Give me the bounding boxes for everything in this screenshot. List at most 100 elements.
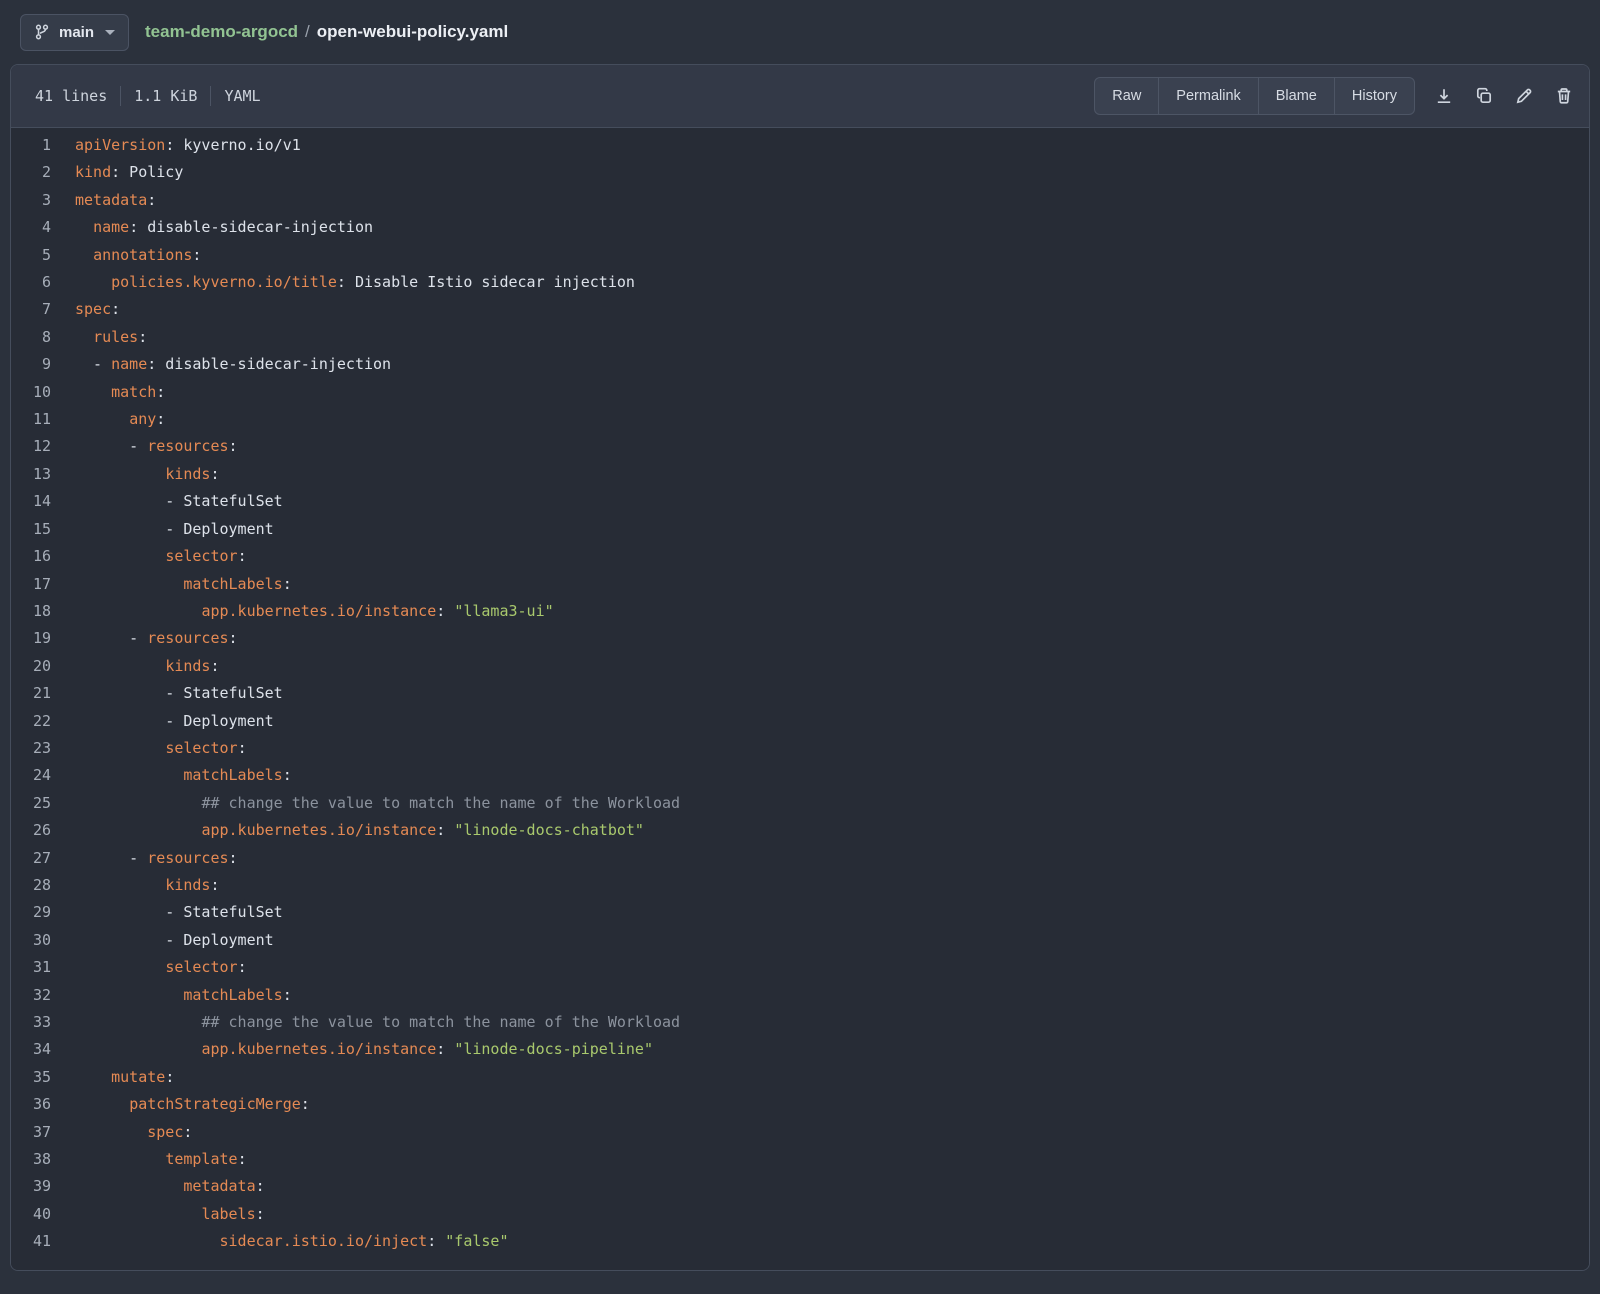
line-number[interactable]: 20 (11, 653, 75, 680)
code-text: name: disable-sidecar-injection (75, 214, 373, 241)
code-text: template: (75, 1146, 247, 1173)
line-number[interactable]: 32 (11, 982, 75, 1009)
download-button[interactable] (1433, 83, 1455, 109)
code-line: 6 policies.kyverno.io/title: Disable Ist… (11, 269, 1589, 296)
line-number[interactable]: 21 (11, 680, 75, 707)
line-number[interactable]: 6 (11, 269, 75, 296)
code-line: 36 patchStrategicMerge: (11, 1091, 1589, 1118)
line-number[interactable]: 11 (11, 406, 75, 433)
line-number[interactable]: 27 (11, 845, 75, 872)
line-number[interactable]: 25 (11, 790, 75, 817)
history-button[interactable]: History (1334, 77, 1415, 115)
code-line: 11 any: (11, 406, 1589, 433)
line-number[interactable]: 1 (11, 132, 75, 159)
line-number[interactable]: 37 (11, 1119, 75, 1146)
code-text: - Deployment (75, 516, 274, 543)
code-text: apiVersion: kyverno.io/v1 (75, 132, 301, 159)
code-text: matchLabels: (75, 982, 292, 1009)
line-number[interactable]: 15 (11, 516, 75, 543)
code-line: 3metadata: (11, 187, 1589, 214)
code-line: 8 rules: (11, 324, 1589, 351)
line-number[interactable]: 13 (11, 461, 75, 488)
line-number[interactable]: 4 (11, 214, 75, 241)
line-number[interactable]: 34 (11, 1036, 75, 1063)
code-line: 18 app.kubernetes.io/instance: "llama3-u… (11, 598, 1589, 625)
line-number[interactable]: 41 (11, 1228, 75, 1255)
line-number[interactable]: 8 (11, 324, 75, 351)
breadcrumb-repo-link[interactable]: team-demo-argocd (145, 22, 298, 42)
code-line: 5 annotations: (11, 242, 1589, 269)
line-number[interactable]: 19 (11, 625, 75, 652)
edit-button[interactable] (1513, 83, 1535, 109)
line-number[interactable]: 35 (11, 1064, 75, 1091)
line-number[interactable]: 18 (11, 598, 75, 625)
line-number[interactable]: 23 (11, 735, 75, 762)
line-number[interactable]: 10 (11, 379, 75, 406)
code-line: 4 name: disable-sidecar-injection (11, 214, 1589, 241)
line-number[interactable]: 3 (11, 187, 75, 214)
meta-divider (120, 86, 121, 106)
delete-button[interactable] (1553, 83, 1575, 109)
breadcrumb-separator: / (305, 22, 310, 42)
header-actions: Raw Permalink Blame History (1094, 77, 1575, 115)
top-bar: main team-demo-argocd / open-webui-polic… (0, 0, 1600, 62)
line-number[interactable]: 29 (11, 899, 75, 926)
code-line: 25 ## change the value to match the name… (11, 790, 1589, 817)
line-number[interactable]: 2 (11, 159, 75, 186)
code-text: matchLabels: (75, 571, 292, 598)
code-line: 16 selector: (11, 543, 1589, 570)
permalink-button[interactable]: Permalink (1158, 77, 1258, 115)
branch-name: main (59, 24, 94, 41)
file-panel: 41 lines 1.1 KiB YAML Raw Permalink Blam… (10, 64, 1590, 1271)
copy-button[interactable] (1473, 83, 1495, 109)
code-text: metadata: (75, 187, 156, 214)
git-branch-icon (34, 24, 50, 40)
line-number[interactable]: 30 (11, 927, 75, 954)
code-line: 10 match: (11, 379, 1589, 406)
code-text: metadata: (75, 1173, 265, 1200)
branch-selector[interactable]: main (20, 14, 129, 51)
code-text: ## change the value to match the name of… (75, 790, 680, 817)
line-number[interactable]: 5 (11, 242, 75, 269)
code-lines: 1apiVersion: kyverno.io/v12kind: Policy3… (11, 132, 1589, 1256)
line-number[interactable]: 12 (11, 433, 75, 460)
code-text: kinds: (75, 872, 220, 899)
line-number[interactable]: 16 (11, 543, 75, 570)
code-line: 17 matchLabels: (11, 571, 1589, 598)
code-text: mutate: (75, 1064, 174, 1091)
code-text: - resources: (75, 845, 238, 872)
file-size: 1.1 KiB (134, 87, 197, 105)
blame-button[interactable]: Blame (1258, 77, 1335, 115)
code-text: app.kubernetes.io/instance: "linode-docs… (75, 1036, 653, 1063)
code-line: 28 kinds: (11, 872, 1589, 899)
code-text: - Deployment (75, 927, 274, 954)
edit-icon (1515, 87, 1533, 105)
code-line: 19 - resources: (11, 625, 1589, 652)
breadcrumb: team-demo-argocd / open-webui-policy.yam… (145, 22, 508, 42)
line-number[interactable]: 17 (11, 571, 75, 598)
code-text: rules: (75, 324, 147, 351)
code-text: spec: (75, 1119, 192, 1146)
code-line: 15 - Deployment (11, 516, 1589, 543)
line-number[interactable]: 33 (11, 1009, 75, 1036)
raw-button[interactable]: Raw (1094, 77, 1159, 115)
code-line: 21 - StatefulSet (11, 680, 1589, 707)
code-line: 30 - Deployment (11, 927, 1589, 954)
line-number[interactable]: 36 (11, 1091, 75, 1118)
line-number[interactable]: 31 (11, 954, 75, 981)
code-line: 34 app.kubernetes.io/instance: "linode-d… (11, 1036, 1589, 1063)
line-number[interactable]: 14 (11, 488, 75, 515)
line-number[interactable]: 40 (11, 1201, 75, 1228)
file-meta: 41 lines 1.1 KiB YAML (25, 86, 261, 106)
line-number[interactable]: 28 (11, 872, 75, 899)
code-line: 22 - Deployment (11, 708, 1589, 735)
line-number[interactable]: 26 (11, 817, 75, 844)
line-number[interactable]: 24 (11, 762, 75, 789)
line-number[interactable]: 7 (11, 296, 75, 323)
code-line: 13 kinds: (11, 461, 1589, 488)
line-number[interactable]: 9 (11, 351, 75, 378)
line-number[interactable]: 39 (11, 1173, 75, 1200)
line-number[interactable]: 38 (11, 1146, 75, 1173)
line-number[interactable]: 22 (11, 708, 75, 735)
code-line: 14 - StatefulSet (11, 488, 1589, 515)
